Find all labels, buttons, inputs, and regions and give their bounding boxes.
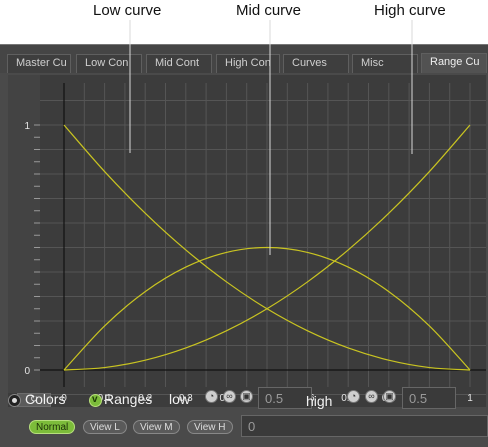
low-lock-icon[interactable]: ▣ (240, 390, 253, 403)
view-controls: Normal View L View M View H 0 (0, 415, 488, 441)
tab-range-curves[interactable]: Range Cu (421, 53, 487, 73)
view-value-field[interactable]: 0 (241, 415, 488, 437)
mid-curve-callout: Mid curve (236, 2, 302, 19)
curve-graph[interactable]: 1000.10.20.30.40.50.60.70.80.91 ↻ (8, 75, 486, 407)
curve-graph-svg[interactable]: 1000.10.20.30.40.50.60.70.80.91 (8, 75, 486, 407)
view-mid-button[interactable]: View M (133, 420, 180, 434)
high-envelope-icon[interactable]: ◔ (347, 390, 360, 403)
range-curves-panel: Master Cu Low Con Mid Cont High Con Curv… (0, 44, 488, 447)
low-envelope-icon[interactable]: ◔ (205, 390, 218, 403)
low-curve-callout: Low curve (93, 2, 162, 19)
high-link-icon[interactable]: ∞ (365, 390, 378, 403)
colors-radio[interactable] (8, 394, 21, 407)
low-label: low (169, 391, 191, 407)
tab-bar: Master Cu Low Con Mid Cont High Con Curv… (0, 45, 488, 73)
tab-high-contrast[interactable]: High Con (216, 54, 280, 73)
colors-label: Colors (25, 391, 66, 407)
tab-misc[interactable]: Misc (352, 54, 418, 73)
view-high-button[interactable]: View H (187, 420, 233, 434)
ranges-radio[interactable]: v (89, 394, 102, 407)
ranges-label: Ranges (104, 391, 153, 407)
tab-low-contrast[interactable]: Low Con (76, 54, 142, 73)
y-tick-label: 0 (24, 366, 30, 377)
tab-curves[interactable]: Curves (283, 54, 349, 73)
tab-mid-contrast[interactable]: Mid Cont (146, 54, 212, 73)
low-link-icon[interactable]: ∞ (223, 390, 236, 403)
high-lock-icon[interactable]: ▣ (383, 390, 396, 403)
high-curve-callout: High curve (374, 2, 446, 19)
low-value-field[interactable]: 0.5 (258, 387, 312, 409)
view-normal-button[interactable]: Normal (29, 420, 76, 434)
view-low-button[interactable]: View L (83, 420, 127, 434)
range-controls: Colors v Ranges low ◔ ∞ ▣ 0.5 high ◔ ∞ ▣… (0, 387, 488, 413)
high-label: high (306, 393, 333, 409)
y-tick-label: 1 (24, 121, 30, 132)
high-value-field[interactable]: 0.5 (402, 387, 456, 409)
tab-master-curve[interactable]: Master Cu (7, 54, 71, 73)
